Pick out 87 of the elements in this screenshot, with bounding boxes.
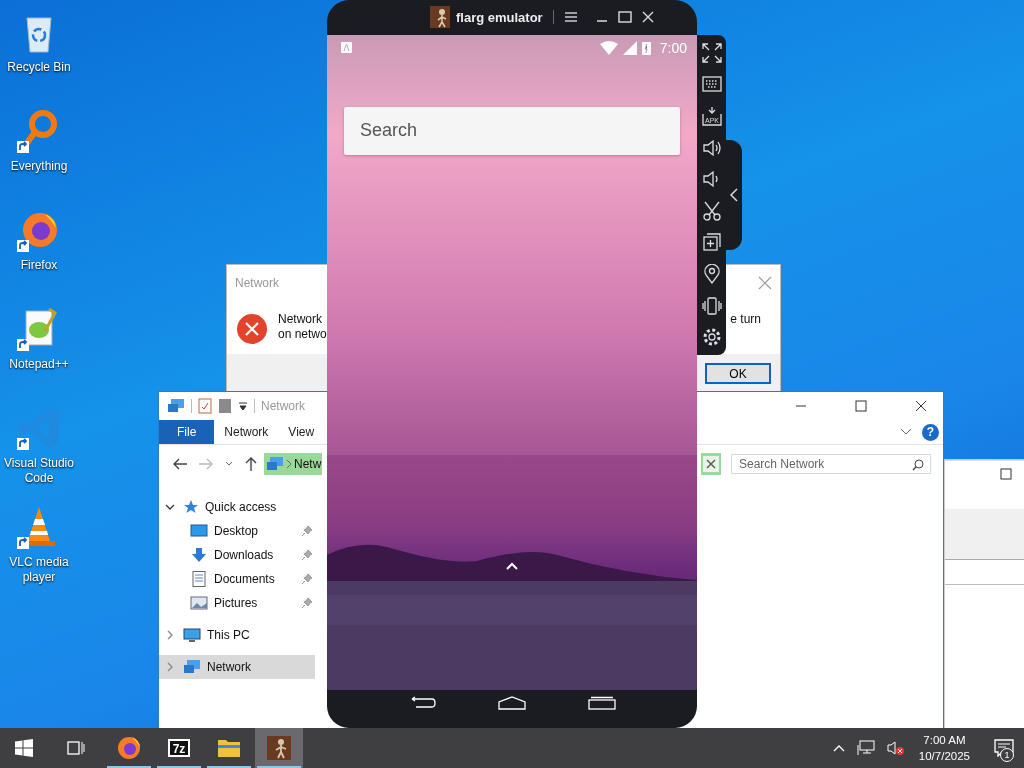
nav-item[interactable]: Pictures xyxy=(159,591,315,615)
nav-item[interactable]: Documents xyxy=(159,567,315,591)
nav-item[interactable]: Quick access xyxy=(159,495,315,519)
up-arrow-icon[interactable] xyxy=(244,456,258,472)
monitor-icon xyxy=(183,627,201,643)
battery-icon xyxy=(641,40,651,55)
pin-icon[interactable] xyxy=(301,549,313,561)
start-icon[interactable] xyxy=(15,739,33,757)
message-icon xyxy=(994,739,1014,757)
chevron-icon xyxy=(286,459,292,469)
taskbar-button[interactable] xyxy=(255,728,303,768)
chevron-up-icon[interactable] xyxy=(505,560,519,571)
nav-item[interactable]: Downloads xyxy=(159,543,315,567)
caret-icon[interactable] xyxy=(900,428,912,436)
clear-button[interactable] xyxy=(701,453,721,475)
nav-item[interactable]: Desktop xyxy=(159,519,315,543)
desktop-icon-label[interactable]: Firefox xyxy=(1,258,77,273)
document-icon xyxy=(190,571,208,587)
task-view-icon[interactable] xyxy=(67,739,85,757)
address-bar[interactable]: Netw xyxy=(264,453,323,475)
dialog-message: on netwo xyxy=(278,327,327,342)
home-icon[interactable] xyxy=(498,696,526,711)
maximize-icon[interactable] xyxy=(1000,468,1012,480)
desktop-icon-label[interactable]: Notepad++ xyxy=(1,357,77,372)
recents-icon[interactable] xyxy=(588,696,616,711)
star-icon xyxy=(183,499,199,515)
nav-item[interactable]: This PC xyxy=(159,623,315,647)
ok-button[interactable]: OK xyxy=(705,363,771,384)
menu-icon[interactable] xyxy=(563,11,578,24)
expander-icon[interactable] xyxy=(165,502,175,512)
network-icon xyxy=(183,659,201,675)
vibrate-icon[interactable] xyxy=(701,295,722,316)
search-field[interactable]: Search xyxy=(344,106,680,155)
caret-icon[interactable] xyxy=(224,460,234,468)
desktop-icon xyxy=(190,523,208,539)
add-window-icon[interactable] xyxy=(701,232,722,253)
figure-icon xyxy=(430,6,450,29)
dialog-message: Network xyxy=(278,312,323,327)
image-icon xyxy=(190,595,208,611)
chevron-left-icon[interactable] xyxy=(730,188,738,202)
close-icon xyxy=(703,456,719,472)
network-icon[interactable] xyxy=(856,740,875,756)
ribbon-tab[interactable]: File xyxy=(159,420,215,444)
clock[interactable]: 7:00 AM 10/7/2025 xyxy=(918,732,970,764)
settings-icon[interactable] xyxy=(701,327,722,348)
volume-up-icon[interactable] xyxy=(701,137,722,158)
close-icon[interactable] xyxy=(915,400,927,412)
maximize-icon[interactable] xyxy=(855,400,867,412)
toolbar-tab[interactable] xyxy=(726,140,742,250)
keyboard-icon[interactable] xyxy=(701,74,722,95)
window-title: Network xyxy=(261,399,305,413)
network-icon xyxy=(167,398,185,414)
location-icon[interactable] xyxy=(701,263,722,284)
back-arrow-icon[interactable] xyxy=(172,457,188,471)
desktop-icon-label[interactable]: Everything xyxy=(1,159,77,174)
pin-icon[interactable] xyxy=(301,525,313,537)
notification-button[interactable]: 1 xyxy=(984,728,1024,768)
dialog-message: e turn xyxy=(730,312,761,327)
desktop-icon-label[interactable]: Recycle Bin xyxy=(1,60,77,75)
dialog-title: Network xyxy=(235,276,279,290)
signal-icon xyxy=(622,40,637,55)
wifi-icon xyxy=(599,40,618,55)
download-arrow-icon xyxy=(190,547,208,563)
app-title: flarg emulator xyxy=(456,9,543,25)
muted-speaker-icon[interactable] xyxy=(886,740,905,756)
ribbon-tab[interactable]: Network xyxy=(214,420,279,444)
search-icon xyxy=(912,459,924,471)
dropdown-icon[interactable] xyxy=(238,401,248,411)
help-button[interactable]: ? xyxy=(922,423,939,441)
globe-icon xyxy=(117,736,141,760)
chevron-up-icon[interactable] xyxy=(832,744,845,752)
ribbon-tab[interactable]: View xyxy=(278,420,325,444)
figure-icon xyxy=(267,736,291,760)
archive-icon: 7z xyxy=(167,736,191,760)
error-icon xyxy=(237,314,267,344)
status-time: 7:00 xyxy=(659,39,687,56)
pin-icon[interactable] xyxy=(301,573,313,585)
pin-icon[interactable] xyxy=(301,597,313,609)
notification-count: 1 xyxy=(1000,748,1014,762)
fullscreen-icon[interactable] xyxy=(701,42,722,63)
network-icon xyxy=(266,456,284,472)
properties-icon[interactable] xyxy=(198,398,212,414)
scissors-icon[interactable] xyxy=(701,200,722,221)
search-field[interactable]: Search Network xyxy=(731,454,931,474)
taskbar-button[interactable]: 7z xyxy=(155,728,203,768)
nav-item[interactable]: Network xyxy=(159,655,315,679)
notification-icon xyxy=(341,42,352,54)
